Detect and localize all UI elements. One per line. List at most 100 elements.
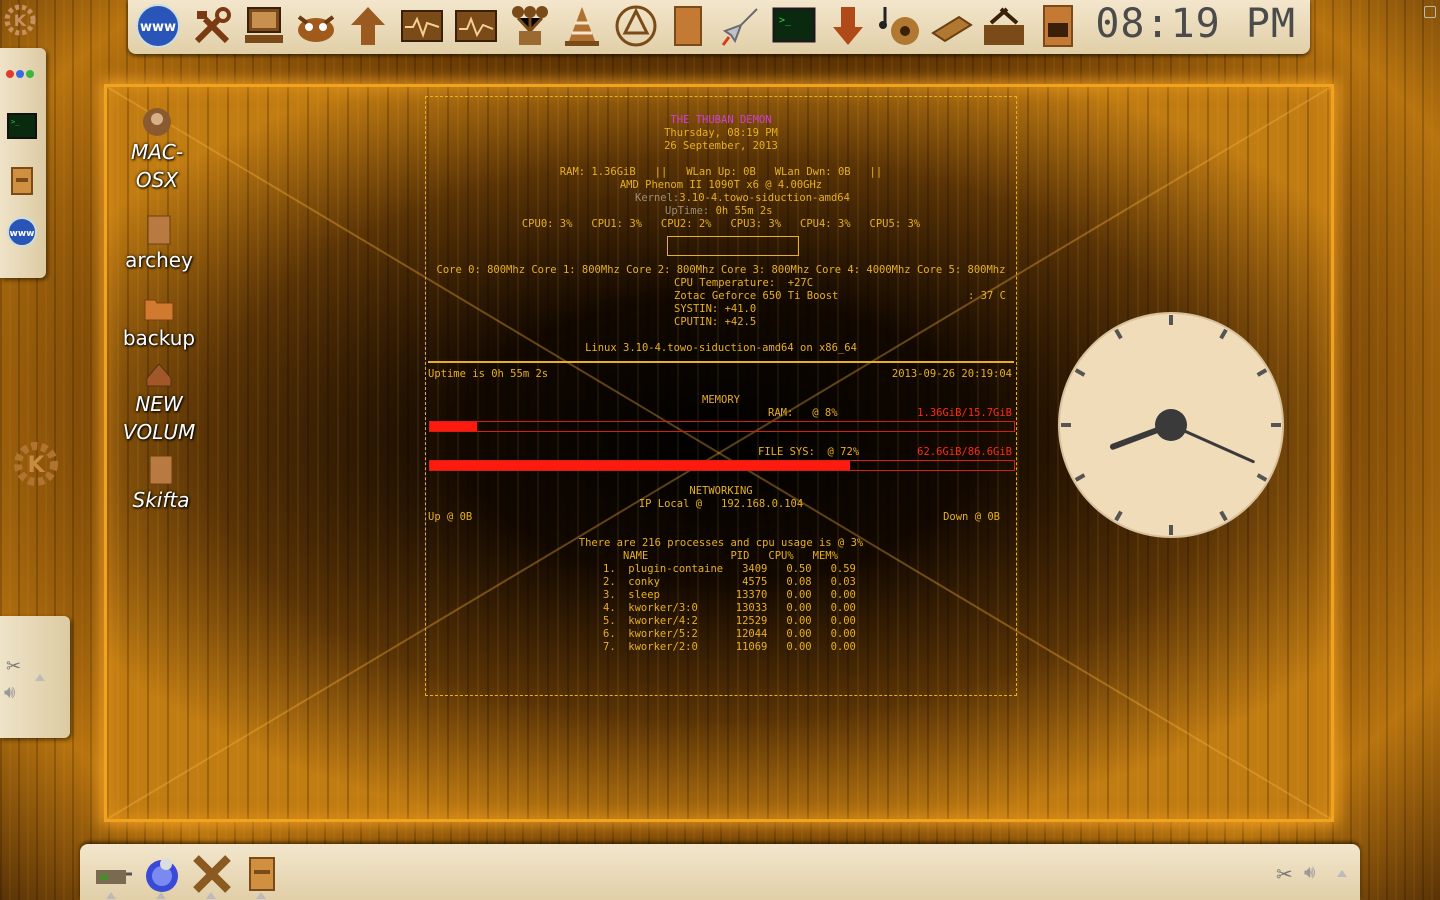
conky-title: THE THUBAN DEMON (670, 114, 772, 126)
x-server-icon[interactable] (192, 854, 232, 894)
svg-text:www: www (140, 20, 176, 35)
conky-timestamp: 2013-09-26 20:19:04 (891, 368, 1012, 380)
document-icon[interactable] (664, 2, 712, 50)
www-browser-icon[interactable]: www (134, 2, 182, 50)
desktop-icon-label: Skifta (132, 488, 190, 512)
window-buttons[interactable] (6, 70, 34, 78)
conky-ip: IP Local @ 192.168.0.104 (638, 498, 804, 510)
conky-proc-row: 1. plugin-containe 3409 0.50 0.59 (603, 563, 856, 575)
rocket-icon[interactable] (716, 2, 764, 50)
script-icon (145, 454, 177, 486)
conky-system-monitor: THE THUBAN DEMON Thursday, 08:19 PM 26 S… (425, 96, 1017, 696)
chat-icon[interactable] (142, 854, 182, 894)
www-browser-icon[interactable]: www (6, 216, 38, 248)
conky-ram-label: RAM: @ 8% (768, 407, 838, 419)
vlc-icon[interactable] (558, 2, 606, 50)
folder-icon (143, 292, 175, 324)
conky-cpu-usage: CPU0: 3% CPU1: 3% CPU2: 2% CPU3: 3% CPU4… (521, 218, 921, 230)
conky-cpu-model: AMD Phenom II 1090T x6 @ 4.00GHz (619, 179, 823, 191)
conky-uptime: 0h 55m 2s (709, 205, 773, 217)
svg-text:K: K (14, 11, 27, 30)
terminal-icon[interactable]: >_ (770, 2, 818, 50)
conky-proc-header: NAME PID CPU% MEM% (623, 550, 838, 562)
launcher-arrow[interactable] (106, 892, 116, 899)
conky-fs-label: FILE SYS: @ 72% (758, 446, 860, 458)
conky-fs-bar (429, 460, 1015, 471)
conky-cpu-gauge (667, 236, 799, 256)
drive-icon (143, 358, 175, 390)
launcher-arrow[interactable] (156, 892, 166, 899)
conky-proc-row: 2. conky 4575 0.08 0.03 (603, 576, 856, 588)
scissors-icon[interactable]: ✂ (6, 656, 21, 677)
conky-ram-used: 1.36GiB/15.7GiB (917, 407, 1012, 419)
svg-text:>_: >_ (11, 118, 20, 126)
calculator-icon[interactable] (928, 2, 976, 50)
volume-icon[interactable]: 🔊︎ (4, 682, 15, 703)
conky-uptime-line: Uptime is 0h 55m 2s (428, 368, 549, 380)
expand-tray-arrow[interactable] (1337, 870, 1347, 877)
system-monitor-2-icon[interactable] (452, 2, 500, 50)
conky-kernel-label: Kernel: (635, 192, 680, 204)
conky-systin: SYSTIN: +41.0 (674, 303, 757, 315)
kmenu-gear-icon[interactable]: K (10, 438, 62, 490)
conky-divider (428, 361, 1014, 363)
desktop-icon-backup[interactable]: backup (114, 292, 204, 352)
left-system-tray: ✂ 🔊︎ (0, 616, 70, 738)
top-panel: www >_ 08:19 PM (128, 0, 1310, 54)
conky-day-time: Thursday, 08:19 PM (664, 127, 778, 139)
music-icon[interactable] (876, 2, 924, 50)
conky-cputin: CPUTIN: +42.5 (674, 316, 757, 328)
system-monitor-icon[interactable] (398, 2, 446, 50)
conky-up: Up @ 0B (428, 511, 473, 523)
conky-gpu: Zotac Geforce 650 Ti Boost (674, 290, 839, 302)
conky-cpu-temp: CPU Temperature: +27C (674, 277, 814, 289)
desktop-icon-new-volume[interactable]: NEW VOLUM (114, 358, 204, 446)
settings-icon[interactable] (980, 2, 1028, 50)
file-cabinet-icon[interactable] (242, 854, 282, 894)
file-cabinet-icon[interactable] (1034, 2, 1082, 50)
conky-ram-bar-fill (430, 422, 477, 431)
conky-proc-row: 7. kworker/2:0 11069 0.00 0.00 (603, 641, 856, 653)
computer-icon[interactable] (240, 2, 288, 50)
conky-fs-bar-fill (430, 461, 851, 470)
network-icon[interactable] (344, 2, 392, 50)
volume-icon[interactable]: 🔊︎ (1304, 862, 1315, 883)
panel-clock[interactable]: 08:19 PM (1095, 0, 1296, 48)
analog-clock-widget[interactable] (1058, 312, 1284, 538)
conky-os: Linux 3.10-4.towo-siduction-amd64 on x86… (585, 342, 857, 354)
svg-text:www: www (10, 229, 35, 239)
scissors-icon[interactable]: ✂ (1276, 862, 1293, 886)
desktop-icon-label: archey (125, 248, 193, 272)
desktop-icon-skifta[interactable]: Skifta (116, 454, 206, 514)
download-icon[interactable] (824, 2, 872, 50)
svg-text:>_: >_ (779, 15, 792, 26)
conky-memory-header: MEMORY (702, 394, 740, 406)
network-share-icon[interactable] (506, 2, 554, 50)
hardware-icon[interactable] (92, 854, 132, 894)
tools-icon[interactable] (188, 2, 236, 50)
conky-proc-summary: There are 216 processes and cpu usage is… (578, 537, 864, 549)
user-icon (141, 106, 173, 138)
clock-center (1155, 409, 1187, 441)
conky-core-freqs: Core 0: 800Mhz Core 1: 800Mhz Core 2: 80… (436, 264, 1006, 276)
expand-tray-arrow[interactable] (35, 674, 45, 681)
gimp-icon[interactable] (292, 2, 340, 50)
file-cabinet-icon[interactable] (6, 164, 38, 196)
launcher-arrow[interactable] (256, 892, 266, 899)
svg-text:K: K (27, 453, 45, 478)
conky-proc-row: 5. kworker/4:2 12529 0.00 0.00 (603, 615, 856, 627)
window-control[interactable] (1424, 6, 1436, 18)
conky-proc-row: 3. sleep 13370 0.00 0.00 (603, 589, 856, 601)
kmenu-gear-icon[interactable]: K (2, 2, 38, 38)
terminal-icon[interactable]: >_ (6, 110, 38, 142)
conky-gpu-temp: : 37 C (968, 290, 1006, 302)
desktop-icon-archey[interactable]: archey (114, 214, 204, 274)
desktop-icon-label: backup (122, 326, 196, 350)
conky-ram-bar (429, 421, 1015, 432)
desktop-icon-label: MAC- OSX (130, 140, 184, 192)
inkscape-icon[interactable] (612, 2, 660, 50)
script-icon (143, 214, 175, 246)
launcher-arrow[interactable] (206, 892, 216, 899)
desktop-icon-mac-osx[interactable]: MAC- OSX (112, 106, 202, 194)
conky-kernel: 3.10-4.towo-siduction-amd64 (679, 192, 850, 204)
